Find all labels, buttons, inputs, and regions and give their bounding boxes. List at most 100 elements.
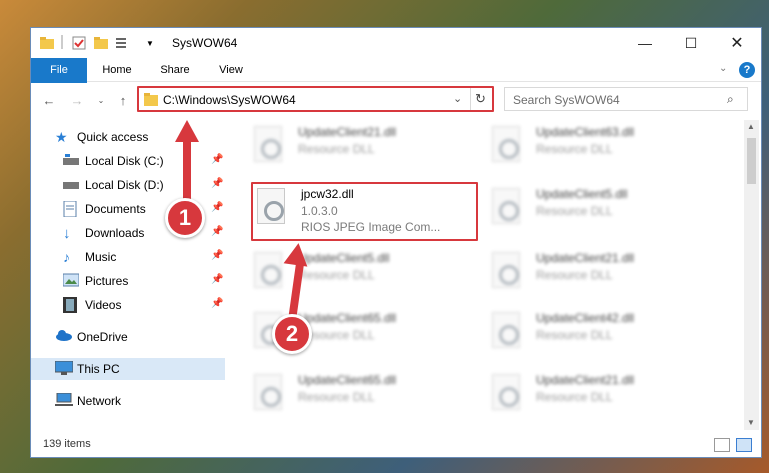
arrowhead-icon [175,120,199,142]
status-bar: 139 items [31,433,761,457]
sidebar-item-local-disk-d[interactable]: Local Disk (D:) 📌 [31,174,225,196]
sidebar-item-videos[interactable]: Videos 📌 [31,294,225,316]
dll-file-icon [492,126,520,162]
pin-icon[interactable]: 📌 [211,202,223,213]
chevron-down-icon[interactable]: ▼ [145,35,155,51]
tab-home[interactable]: Home [95,58,139,82]
file-description: Resource DLL [536,390,613,404]
file-name: UpdateClient63.dll [536,125,635,139]
arrowhead-icon [283,241,311,267]
details-view-icon[interactable] [714,438,730,452]
pin-icon[interactable]: 📌 [211,226,223,237]
highlight-box-file [251,182,478,241]
folder-icon [39,35,55,51]
list-item[interactable]: UpdateClient42.dll Resource DLL [487,306,707,362]
list-item[interactable]: UpdateClient63.dll Resource DLL [487,120,707,176]
search-input[interactable]: Search SysWOW64 ⌕ [504,87,748,111]
file-name: UpdateClient21.dll [536,373,635,387]
pin-icon[interactable]: 📌 [211,298,223,309]
dll-file-icon [254,126,282,162]
file-name: UpdateClient21.dll [298,125,397,139]
minimize-button[interactable]: — [622,28,668,58]
list-item[interactable]: UpdateClient21.dll Resource DLL [487,246,707,302]
download-arrow-icon: ↓ [63,225,71,242]
sidebar-item-label: Local Disk (C:) [85,154,164,168]
sidebar-item-label: This PC [77,362,120,376]
tiles-view-icon[interactable] [736,438,752,452]
music-note-icon: ♪ [63,249,70,265]
tab-view[interactable]: View [209,58,253,82]
sidebar-item-label: Pictures [85,274,129,288]
chevron-down-icon[interactable]: ⌄ [719,63,727,74]
film-icon [63,297,79,313]
dll-file-icon [492,252,520,288]
scroll-up-icon[interactable]: ▲ [747,122,755,131]
sidebar-item-label: OneDrive [77,330,128,344]
file-description: Resource DLL [536,142,613,156]
file-description: Resource DLL [536,268,613,282]
list-item[interactable]: UpdateClient21.dll Resource DLL [487,368,707,424]
pin-icon[interactable]: 📌 [211,178,223,189]
file-list: UpdateClient21.dll Resource DLL jpcw32.d… [249,120,743,430]
pin-icon[interactable]: 📌 [211,154,223,165]
sidebar-item-network[interactable]: Network [31,390,225,412]
file-name: UpdateClient42.dll [536,311,635,325]
dll-file-icon [492,312,520,348]
list-item[interactable]: UpdateClient65.dll Resource DLL [249,368,469,424]
back-arrow-icon[interactable]: ← [41,92,57,108]
title-bar: ▼ SysWOW64 — ☐ ✕ [31,28,761,58]
file-name: UpdateClient21.dll [536,251,635,265]
close-button[interactable]: ✕ [714,28,760,58]
dll-file-icon [254,374,282,410]
maximize-button[interactable]: ☐ [668,28,714,58]
sidebar-item-label: Downloads [85,226,145,240]
document-icon [63,200,79,218]
navigation-pane: ★ Quick access Local Disk (C:) 📌 Local D… [31,120,227,430]
sidebar-item-pictures[interactable]: Pictures 📌 [31,270,225,292]
list-item[interactable]: UpdateClient5.dll Resource DLL [249,246,469,302]
customize-icon[interactable] [115,35,131,51]
window-title: SysWOW64 [172,36,238,50]
sidebar-item-label: Videos [85,298,122,312]
file-name: UpdateClient5.dll [536,187,628,201]
separator [61,35,63,49]
sidebar-item-music[interactable]: ♪ Music 📌 [31,246,225,268]
file-name: UpdateClient65.dll [298,311,397,325]
drive-icon [63,153,79,169]
scrollbar-thumb[interactable] [747,138,756,184]
sidebar-item-onedrive[interactable]: OneDrive [31,326,225,348]
forward-arrow-icon[interactable]: → [69,92,85,108]
sidebar-item-local-disk-c[interactable]: Local Disk (C:) 📌 [31,150,225,172]
file-description: Resource DLL [298,142,375,156]
file-name: UpdateClient5.dll [298,251,390,265]
pin-icon[interactable]: 📌 [211,274,223,285]
list-item[interactable]: UpdateClient5.dll Resource DLL [487,182,707,238]
chevron-down-icon[interactable]: ⌄ [93,92,109,108]
new-folder-icon[interactable] [93,35,109,51]
vertical-scrollbar[interactable]: ▲ ▼ [744,120,759,430]
sidebar-item-this-pc[interactable]: This PC [31,358,225,380]
file-description: Resource DLL [536,204,613,218]
properties-icon[interactable] [71,35,87,51]
item-count: 139 items [43,438,91,450]
dll-file-icon [254,252,282,288]
file-name: UpdateClient65.dll [298,373,397,387]
star-icon: ★ [55,129,68,145]
pin-icon[interactable]: 📌 [211,250,223,261]
tab-share[interactable]: Share [153,58,197,82]
scroll-down-icon[interactable]: ▼ [747,418,755,427]
sidebar-item-label: Network [77,394,122,408]
file-description: Resource DLL [298,390,375,404]
file-description: Resource DLL [298,268,375,282]
drive-icon [63,177,79,193]
step-badge-2: 2 [272,314,312,354]
up-arrow-icon[interactable]: ↑ [115,92,131,108]
list-item[interactable]: UpdateClient21.dll Resource DLL [249,120,469,176]
step-badge-1: 1 [165,198,205,238]
picture-icon [62,273,80,289]
search-icon[interactable]: ⌕ [727,92,734,107]
ribbon-tabs: File Home Share View ⌄ ? [31,58,761,114]
navigation-bar: ← → ⌄ ↑ C:\Windows\SysWOW64 ⌄ ↻ Search S… [31,83,761,117]
help-icon[interactable]: ? [739,62,755,78]
sidebar-item-label: Music [85,250,117,264]
